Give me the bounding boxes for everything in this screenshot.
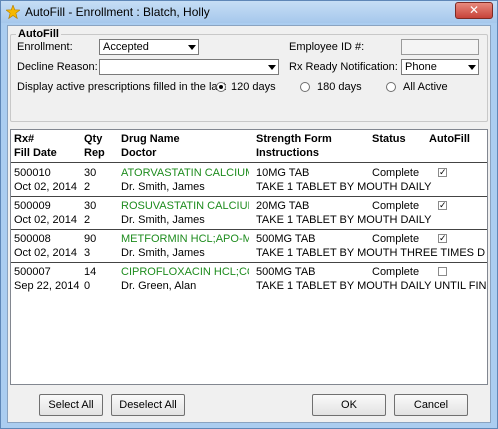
employee-id-field[interactable] xyxy=(401,39,479,55)
autofill-checkbox[interactable]: ✓ xyxy=(438,168,447,177)
cell-instructions: TAKE 1 TABLET BY MOUTH THREE TIMES D xyxy=(256,247,486,259)
cell-fill-date: Oct 02, 2014 xyxy=(14,247,77,259)
header-qty[interactable]: Qty xyxy=(84,133,102,145)
row-divider xyxy=(11,229,487,230)
enrollment-label: Enrollment: xyxy=(17,41,73,53)
header-divider xyxy=(11,162,487,163)
autofill-group: AutoFill Enrollment: Accepted Employee I… xyxy=(10,28,488,122)
header-strength-form[interactable]: Strength Form xyxy=(256,133,332,145)
header-status[interactable]: Status xyxy=(372,133,406,145)
chevron-down-icon xyxy=(468,65,476,70)
header-rx[interactable]: Rx# xyxy=(14,133,34,145)
dialog-body: AutoFill Enrollment: Accepted Employee I… xyxy=(7,25,491,423)
cell-drug-name: CIPROFLOXACIN HCL;CO-( xyxy=(121,266,249,278)
cell-rep: 2 xyxy=(84,181,91,193)
cell-rx: 500007 xyxy=(14,266,51,278)
cell-rep: 3 xyxy=(84,247,91,259)
employee-id-label: Employee ID #: xyxy=(289,41,365,53)
cell-status: Complete xyxy=(372,167,420,179)
cell-drug-name: ATORVASTATIN CALCIUM;( xyxy=(121,167,249,179)
autofill-star-icon xyxy=(6,5,20,19)
cell-doctor: Dr. Smith, James xyxy=(121,247,205,259)
radio-180-days[interactable] xyxy=(300,82,310,92)
header-doctor[interactable]: Doctor xyxy=(121,147,156,159)
cell-rx: 500008 xyxy=(14,233,51,245)
autofill-checkbox[interactable]: ✓ xyxy=(438,234,447,243)
cell-status: Complete xyxy=(372,200,420,212)
cell-instructions: TAKE 1 TABLET BY MOUTH DAILY xyxy=(256,214,432,226)
cell-drug-name: METFORMIN HCL;APO-MET xyxy=(121,233,249,245)
enrollment-select[interactable]: Accepted xyxy=(99,39,199,55)
close-button[interactable]: ✕ xyxy=(455,2,493,19)
cell-doctor: Dr. Green, Alan xyxy=(121,280,197,292)
cell-rep: 2 xyxy=(84,214,91,226)
autofill-enrollment-window: AutoFill - Enrollment : Blatch, Holly ✕ … xyxy=(0,0,498,429)
cell-qty: 14 xyxy=(84,266,97,278)
cell-strength: 500MG TAB xyxy=(256,266,316,278)
header-instructions[interactable]: Instructions xyxy=(256,147,319,159)
cell-rx: 500009 xyxy=(14,200,51,212)
cell-fill-date: Oct 02, 2014 xyxy=(14,181,77,193)
rx-ready-label: Rx Ready Notification: xyxy=(289,61,398,73)
autofill-group-legend: AutoFill xyxy=(16,28,61,40)
deselect-all-button[interactable]: Deselect All xyxy=(111,394,185,416)
radio-120-days[interactable] xyxy=(216,82,226,92)
cancel-button[interactable]: Cancel xyxy=(394,394,468,416)
cell-strength: 500MG TAB xyxy=(256,233,316,245)
decline-reason-label: Decline Reason: xyxy=(17,61,98,73)
header-drug-name[interactable]: Drug Name xyxy=(121,133,180,145)
cell-rx: 500010 xyxy=(14,167,51,179)
cell-qty: 30 xyxy=(84,167,97,179)
window-title: AutoFill - Enrollment : Blatch, Holly xyxy=(25,5,210,19)
cell-fill-date: Sep 22, 2014 xyxy=(14,280,80,292)
decline-reason-select[interactable] xyxy=(99,59,279,75)
cell-qty: 90 xyxy=(84,233,97,245)
cell-strength: 20MG TAB xyxy=(256,200,310,212)
prescription-list[interactable]: Rx# Fill Date Qty Rep Drug Name Doctor S… xyxy=(10,129,488,385)
radio-120-days-label[interactable]: 120 days xyxy=(231,81,276,93)
cell-doctor: Dr. Smith, James xyxy=(121,214,205,226)
cell-doctor: Dr. Smith, James xyxy=(121,181,205,193)
cell-instructions: TAKE 1 TABLET BY MOUTH DAILY xyxy=(256,181,432,193)
enrollment-value: Accepted xyxy=(103,41,149,53)
close-icon: ✕ xyxy=(468,3,480,17)
select-all-button[interactable]: Select All xyxy=(39,394,103,416)
cell-instructions: TAKE 1 TABLET BY MOUTH DAILY UNTIL FIN xyxy=(256,280,486,292)
header-autofill[interactable]: AutoFill xyxy=(429,133,470,145)
cell-strength: 10MG TAB xyxy=(256,167,310,179)
chevron-down-icon xyxy=(188,45,196,50)
cell-drug-name: ROSUVASTATIN CALCIUM;C xyxy=(121,200,249,212)
rx-ready-select[interactable]: Phone xyxy=(401,59,479,75)
cell-status: Complete xyxy=(372,266,420,278)
rx-ready-value: Phone xyxy=(405,61,437,73)
title-bar[interactable]: AutoFill - Enrollment : Blatch, Holly ✕ xyxy=(1,1,497,23)
autofill-checkbox[interactable]: ✓ xyxy=(438,201,447,210)
header-fill-date[interactable]: Fill Date xyxy=(14,147,57,159)
ok-button[interactable]: OK xyxy=(312,394,386,416)
autofill-checkbox[interactable] xyxy=(438,267,447,276)
cell-qty: 30 xyxy=(84,200,97,212)
header-rep[interactable]: Rep xyxy=(84,147,105,159)
cell-rep: 0 xyxy=(84,280,91,292)
chevron-down-icon xyxy=(268,65,276,70)
cell-fill-date: Oct 02, 2014 xyxy=(14,214,77,226)
radio-all-active-label[interactable]: All Active xyxy=(403,81,448,93)
row-divider xyxy=(11,196,487,197)
display-period-label: Display active prescriptions filled in t… xyxy=(17,81,227,93)
radio-180-days-label[interactable]: 180 days xyxy=(317,81,362,93)
cell-status: Complete xyxy=(372,233,420,245)
radio-all-active[interactable] xyxy=(386,82,396,92)
row-divider xyxy=(11,262,487,263)
